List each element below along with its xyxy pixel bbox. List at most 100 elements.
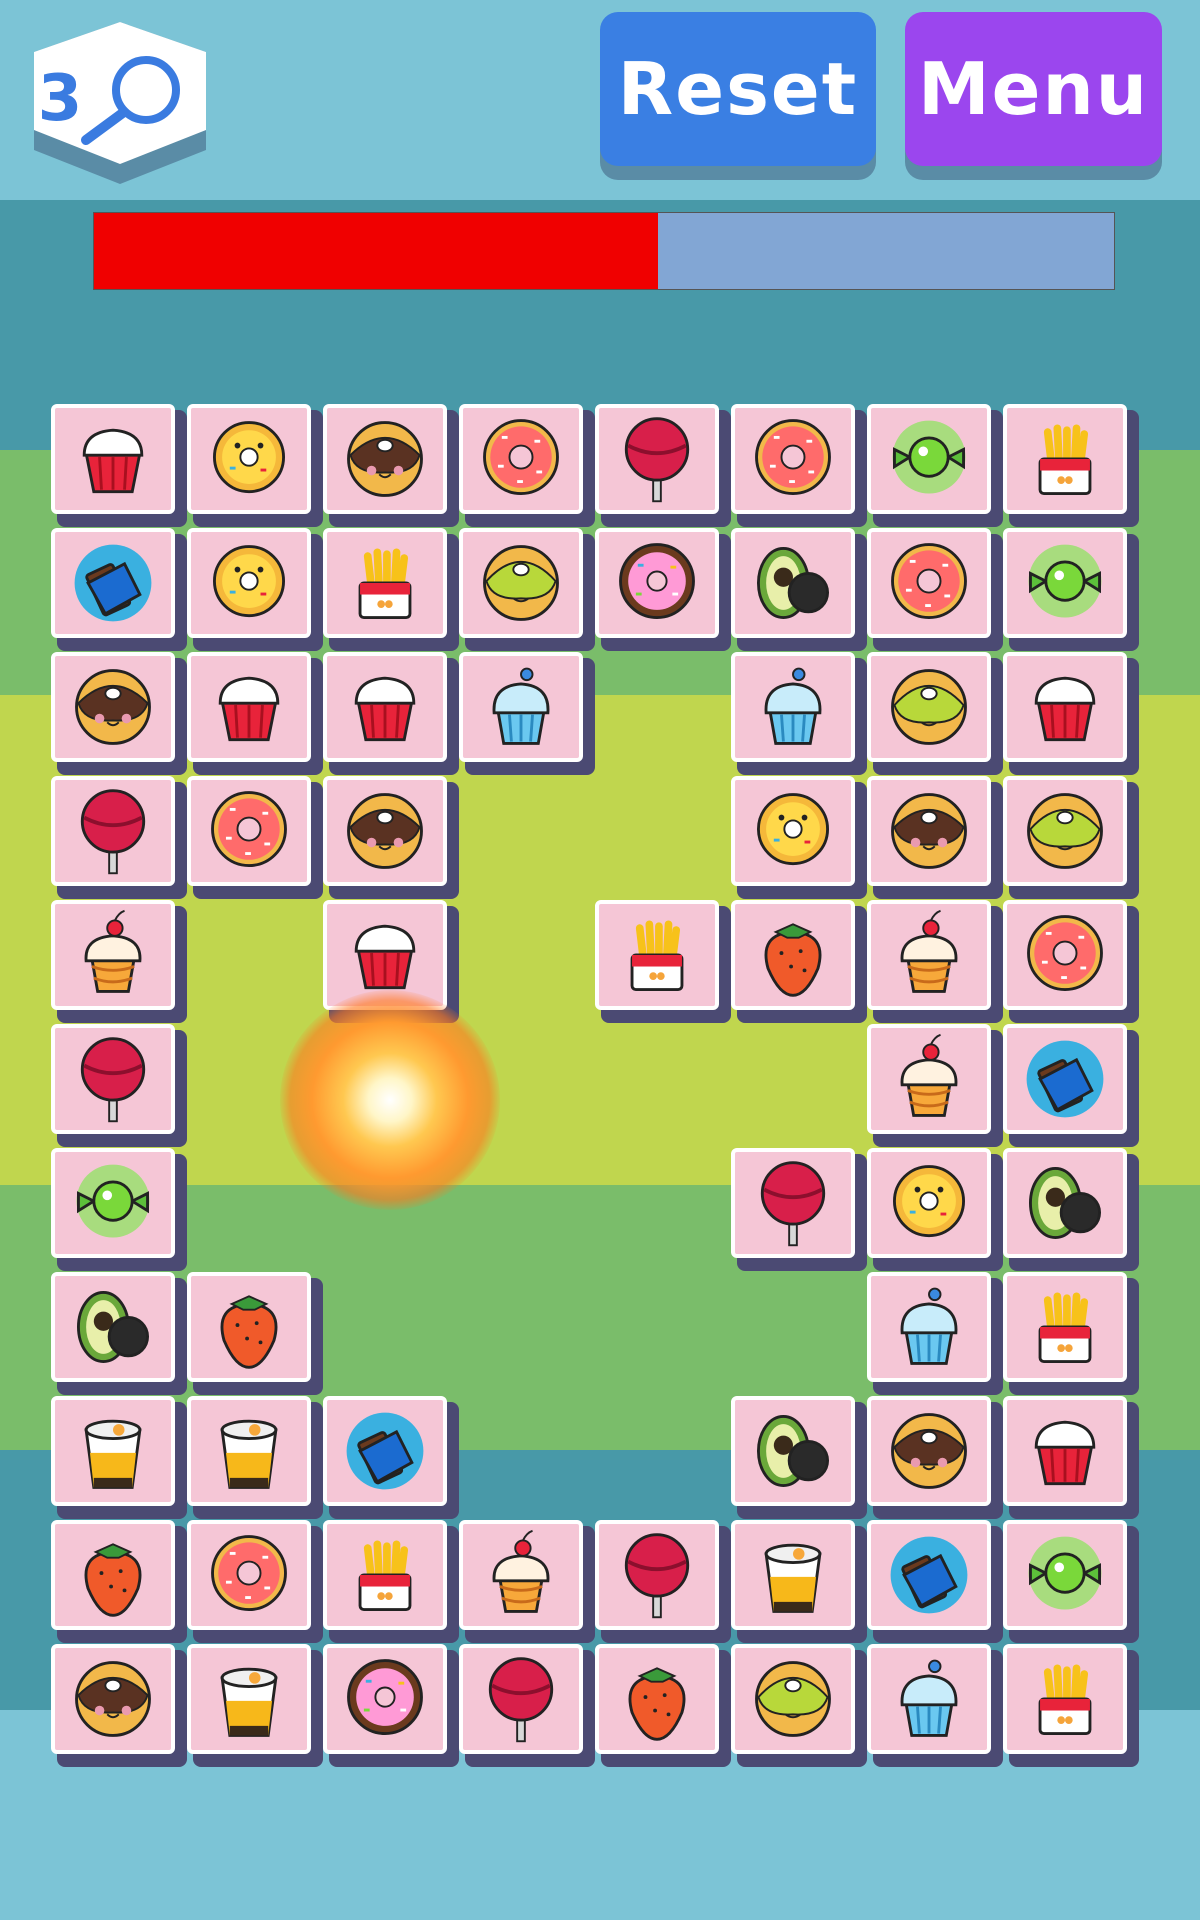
avocado-icon [757,1415,829,1487]
tile-green-donut[interactable] [731,1644,867,1767]
candy-icon [892,420,966,494]
tile-pink-donut[interactable] [867,528,1003,651]
tile-avocado[interactable] [51,1272,187,1395]
strawberry-icon [220,1295,278,1369]
tile-pudding[interactable] [731,1520,867,1643]
tile-sprinkle-donut[interactable] [323,1644,459,1767]
tile-pudding[interactable] [187,1644,323,1767]
tile-red-cupcake[interactable] [1003,652,1139,775]
tile-chocolate-bar[interactable] [1003,1024,1139,1147]
tile-avocado[interactable] [731,1396,867,1519]
tile-blue-cupcake[interactable] [459,652,595,775]
tile-blue-cupcake[interactable] [867,1644,1003,1767]
candy-icon [1028,1536,1102,1610]
tile-chocolate-donut[interactable] [323,776,459,899]
pudding-icon [764,1543,822,1613]
red-cupcake-icon [1034,676,1096,742]
tile-chocolate-bar[interactable] [867,1520,1003,1643]
tile-chocolate-donut[interactable] [51,1644,187,1767]
tile-strawberry[interactable] [187,1272,323,1395]
tile-pink-donut[interactable] [731,404,867,527]
tile-pink-donut[interactable] [187,1520,323,1643]
tile-fries[interactable] [323,1520,459,1643]
tile-red-cupcake[interactable] [187,652,323,775]
tile-pudding[interactable] [51,1396,187,1519]
tile-blue-cupcake[interactable] [731,652,867,775]
tile-chocolate-bar[interactable] [51,528,187,651]
tile-green-donut[interactable] [459,528,595,651]
fries-icon [1038,1664,1092,1735]
tile-strawberry[interactable] [51,1520,187,1643]
sprinkle-donut-icon [347,1659,423,1735]
tile-pink-donut[interactable] [187,776,323,899]
tile-chocolate-donut[interactable] [51,652,187,775]
avocado-icon [77,1291,149,1363]
cherry-cupcake-icon [900,909,958,993]
menu-button[interactable]: Menu [905,12,1162,180]
tile-candy[interactable] [867,404,1003,527]
tile-fries[interactable] [1003,404,1139,527]
red-cupcake-icon [1034,1420,1096,1486]
reset-button[interactable]: Reset [600,12,876,180]
blue-cupcake-icon [764,667,822,745]
fries-icon [358,548,412,619]
tile-chocolate-donut[interactable] [323,404,459,527]
red-cupcake-icon [354,676,416,742]
tile-green-donut[interactable] [1003,776,1139,899]
tile-fries[interactable] [323,528,459,651]
yellow-donut-icon [213,421,285,494]
tile-lollipop[interactable] [731,1148,867,1271]
tile-yellow-donut[interactable] [187,404,323,527]
tile-avocado[interactable] [731,528,867,651]
tile-fries[interactable] [595,900,731,1023]
pink-donut-icon [211,1535,287,1611]
tile-chocolate-donut[interactable] [867,1396,1003,1519]
tile-cherry-cupcake[interactable] [867,900,1003,1023]
match-explosion-effect [280,990,500,1210]
tile-yellow-donut[interactable] [187,528,323,651]
tile-lollipop[interactable] [51,1024,187,1147]
tile-candy[interactable] [51,1148,187,1271]
chocolate-donut-icon [891,793,967,869]
tile-lollipop[interactable] [595,404,731,527]
tile-pink-donut[interactable] [1003,900,1139,1023]
chocolate-donut-icon [347,421,423,497]
fries-icon [630,920,684,991]
tile-lollipop[interactable] [459,1644,595,1767]
tile-lollipop[interactable] [595,1520,731,1643]
tile-strawberry[interactable] [595,1644,731,1767]
fries-icon [358,1540,412,1611]
tile-cherry-cupcake[interactable] [459,1520,595,1643]
fries-icon [1038,1292,1092,1363]
tile-sprinkle-donut[interactable] [595,528,731,651]
tile-candy[interactable] [1003,1520,1139,1643]
tile-blue-cupcake[interactable] [867,1272,1003,1395]
tile-yellow-donut[interactable] [731,776,867,899]
tile-chocolate-bar[interactable] [323,1396,459,1519]
tile-strawberry[interactable] [731,900,867,1023]
tile-fries[interactable] [1003,1272,1139,1395]
tile-lollipop[interactable] [51,776,187,899]
tile-pudding[interactable] [187,1396,323,1519]
tile-pink-donut[interactable] [459,404,595,527]
tile-red-cupcake[interactable] [51,404,187,527]
hint-count: 3 [37,62,83,136]
tile-chocolate-donut[interactable] [867,776,1003,899]
chocolate-bar-icon [1026,1040,1104,1118]
hint-button[interactable]: 3 [30,18,210,188]
pink-donut-icon [211,791,287,867]
tile-cherry-cupcake[interactable] [867,1024,1003,1147]
lollipop-icon [80,1037,146,1123]
tile-fries[interactable] [1003,1644,1139,1767]
tile-avocado[interactable] [1003,1148,1139,1271]
tile-red-cupcake[interactable] [1003,1396,1139,1519]
lollipop-icon [624,417,690,503]
avocado-icon [757,547,829,619]
tile-candy[interactable] [1003,528,1139,651]
tile-red-cupcake[interactable] [323,652,459,775]
menu-button-label: Menu [905,12,1162,166]
green-donut-icon [891,669,967,745]
tile-cherry-cupcake[interactable] [51,900,187,1023]
tile-green-donut[interactable] [867,652,1003,775]
tile-yellow-donut[interactable] [867,1148,1003,1271]
